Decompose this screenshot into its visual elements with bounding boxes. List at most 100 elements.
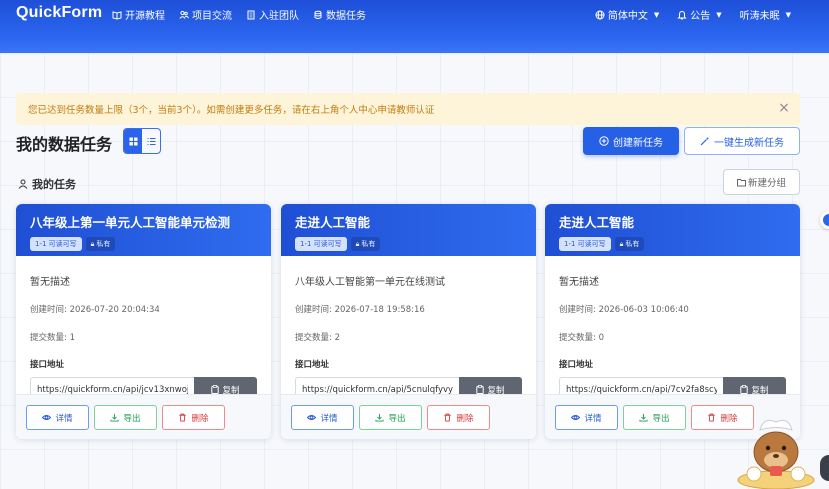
permission-badge: 1-1 可读可写 (559, 237, 611, 251)
create-task-button[interactable]: 创建新任务 (583, 127, 679, 155)
list-icon (147, 137, 155, 145)
card-created-time: 创建时间: 2026-07-18 19:58:16 (295, 305, 425, 315)
user-menu[interactable]: 听涛未眠 ▼ (739, 7, 791, 23)
eye-icon (571, 415, 581, 420)
eye-icon (42, 415, 52, 420)
private-badge: 🔒︎ 私有 (85, 237, 116, 251)
new-group-button[interactable]: 新建分组 (723, 169, 800, 195)
users-icon (179, 10, 189, 19)
language-selector[interactable]: 简体中文 ▼ (595, 7, 659, 22)
chevron-down-icon: ▼ (653, 10, 660, 19)
private-label: 私有 (361, 240, 376, 248)
card-body: 八年级人工智能第一单元在线测试 创建时间: 2026-07-18 19:58:1… (281, 273, 536, 402)
card-description: 暂无描述 (30, 277, 70, 288)
magic-wand-icon (700, 136, 710, 146)
detail-button[interactable]: 详情 (555, 405, 618, 430)
card-header: 走进人工智能 1-1 可读可写 🔒︎ 私有 (545, 204, 800, 256)
limit-alert: 您已达到任务数量上限（3个，当前3个）。如需创建更多任务，请在右上角个人中心申请… (16, 93, 800, 125)
card-description: 八年级人工智能第一单元在线测试 (295, 277, 445, 288)
detail-label: 详情 (55, 413, 73, 424)
card-title[interactable]: 走进人工智能 (559, 212, 786, 231)
notice-label: 公告 (690, 11, 711, 22)
task-card: 走进人工智能 1-1 可读可写 🔒︎ 私有 暂无描述 创建时间: 2026-06-… (545, 204, 800, 439)
nav-label: 入驻团队 (259, 11, 299, 22)
delete-label: 删除 (456, 413, 474, 424)
clipboard-icon (211, 385, 220, 394)
top-navbar: QuickForm 开源教程 项目交流 入驻团队 数据任务 简体中文 ▼ 公告 … (0, 0, 829, 53)
nav-label: 开源教程 (125, 11, 165, 22)
grid-view-button[interactable] (124, 129, 142, 153)
detail-label: 详情 (584, 413, 602, 424)
export-label: 导出 (652, 413, 670, 424)
private-label: 私有 (625, 240, 640, 248)
export-label: 导出 (388, 413, 406, 424)
download-icon (639, 413, 649, 422)
right-nav: 简体中文 ▼ 公告 ▼ 听涛未眠 ▼ (595, 7, 791, 22)
permission-badge: 1-1 可读可写 (30, 237, 82, 251)
bell-icon (677, 10, 687, 20)
download-icon (110, 413, 120, 422)
card-tags: 1-1 可读可写 🔒︎ 私有 (30, 237, 257, 251)
card-title[interactable]: 八年级上第一单元人工智能单元检测 (30, 212, 257, 231)
card-submission-count: 提交数量: 2 (295, 333, 340, 343)
task-card: 八年级上第一单元人工智能单元检测 1-1 可读可写 🔒︎ 私有 暂无描述 创建时间… (16, 204, 271, 439)
close-icon[interactable]: × (776, 100, 792, 116)
nav-label: 数据任务 (326, 11, 366, 22)
chevron-down-icon: ▼ (785, 10, 791, 19)
user-icon (18, 179, 28, 189)
nav-item-data-tasks[interactable]: 数据任务 (313, 7, 366, 22)
api-label: 接口地址 (295, 360, 330, 370)
notice-menu[interactable]: 公告 ▼ (677, 7, 722, 22)
generate-task-label: 一键生成新任务 (714, 137, 784, 149)
private-label: 私有 (96, 240, 111, 248)
card-header: 八年级上第一单元人工智能单元检测 1-1 可读可写 🔒︎ 私有 (16, 204, 271, 256)
delete-button[interactable]: 删除 (427, 405, 490, 430)
section-title: 我的任务 (18, 176, 76, 192)
nav-label: 项目交流 (192, 11, 232, 22)
export-button[interactable]: 导出 (359, 405, 422, 430)
trash-icon (444, 413, 452, 422)
nav-item-teams[interactable]: 入驻团队 (246, 7, 299, 22)
building-icon (247, 10, 255, 19)
nav-item-community[interactable]: 项目交流 (179, 7, 232, 22)
detail-button[interactable]: 详情 (291, 405, 354, 430)
card-tags: 1-1 可读可写 🔒︎ 私有 (559, 237, 786, 251)
card-created-time: 创建时间: 2026-06-03 10:06:40 (559, 305, 689, 315)
generate-task-button[interactable]: 一键生成新任务 (684, 127, 800, 155)
trash-icon (179, 413, 187, 422)
language-label: 简体中文 (607, 11, 648, 22)
mascot-icon[interactable] (734, 410, 818, 489)
export-button[interactable]: 导出 (623, 405, 686, 430)
private-badge: 🔒︎ 私有 (614, 237, 645, 251)
card-submission-count: 提交数量: 0 (559, 333, 604, 343)
card-title[interactable]: 走进人工智能 (295, 212, 522, 231)
user-name: 听涛未眠 (739, 11, 780, 22)
grid-icon (129, 137, 137, 145)
card-tags: 1-1 可读可写 🔒︎ 私有 (295, 237, 522, 251)
nav-item-tutorials[interactable]: 开源教程 (112, 7, 165, 22)
api-label: 接口地址 (30, 360, 65, 370)
globe-icon (595, 10, 605, 19)
section-title-label: 我的任务 (32, 178, 76, 191)
card-description: 暂无描述 (559, 277, 599, 288)
side-toolbar-handle[interactable] (820, 455, 829, 481)
card-header: 走进人工智能 1-1 可读可写 🔒︎ 私有 (281, 204, 536, 256)
card-actions: 详情 导出 删除 (281, 394, 536, 439)
export-button[interactable]: 导出 (94, 405, 157, 430)
view-toggle (123, 128, 161, 154)
delete-button[interactable]: 删除 (162, 405, 225, 430)
new-group-label: 新建分组 (747, 178, 786, 189)
export-label: 导出 (123, 413, 141, 424)
brand-logo[interactable]: QuickForm (16, 4, 102, 22)
database-icon (314, 10, 322, 19)
list-view-button[interactable] (142, 129, 160, 153)
card-submission-count: 提交数量: 1 (30, 333, 75, 343)
download-icon (375, 413, 385, 422)
folder-plus-icon (736, 178, 746, 186)
card-body: 暂无描述 创建时间: 2026-06-03 10:06:40 提交数量: 0 接… (545, 273, 800, 402)
clipboard-icon (740, 385, 749, 394)
detail-button[interactable]: 详情 (26, 405, 89, 430)
trash-icon (708, 413, 716, 422)
lock-icon: 🔒︎ (355, 239, 360, 248)
page-title: 我的数据任务 (16, 135, 113, 154)
